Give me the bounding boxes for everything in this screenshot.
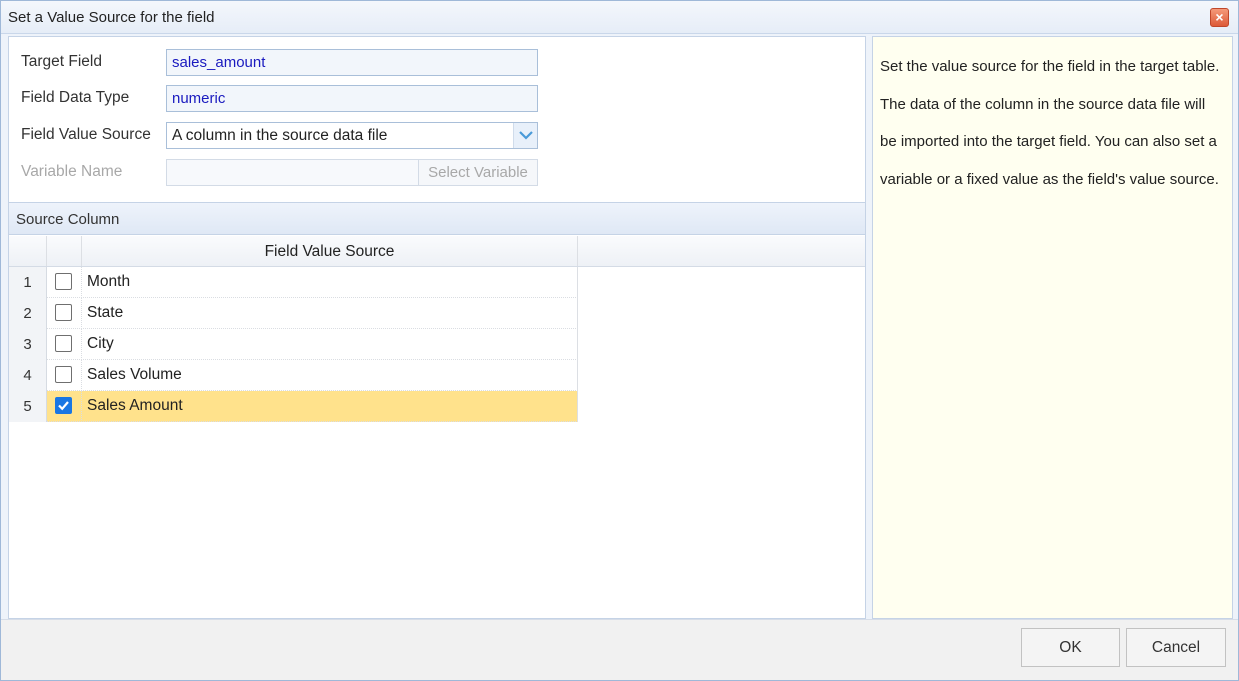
checkbox-cell xyxy=(47,360,82,391)
table-row[interactable]: 2 State xyxy=(9,298,578,329)
checkbox-header xyxy=(47,236,82,266)
table-row[interactable]: 4 Sales Volume xyxy=(9,360,578,391)
table-row[interactable]: 1 Month xyxy=(9,267,578,298)
table-row[interactable]: 3 City xyxy=(9,329,578,360)
dialog-title: Set a Value Source for the field xyxy=(8,9,215,26)
chevron-down-icon xyxy=(519,131,533,140)
column-name: Month xyxy=(87,273,131,290)
dropdown-button[interactable] xyxy=(513,123,537,148)
checkbox-cell xyxy=(47,329,82,360)
close-button[interactable]: × xyxy=(1210,8,1229,27)
column-header-label: Field Value Source xyxy=(264,243,395,260)
select-variable-button[interactable]: Select Variable xyxy=(418,159,538,186)
field-value-cell: Month xyxy=(82,267,578,298)
grid-header: Field Value Source xyxy=(9,236,865,267)
variable-name-input[interactable] xyxy=(166,159,419,186)
source-column-header: Source Column xyxy=(9,202,865,235)
data-type-label: Field Data Type xyxy=(21,89,130,106)
field-value-source-header[interactable]: Field Value Source xyxy=(82,236,578,266)
close-icon: × xyxy=(1215,9,1224,25)
ok-button[interactable]: OK xyxy=(1021,628,1120,667)
row-number: 5 xyxy=(9,391,47,422)
field-value-cell: City xyxy=(82,329,578,360)
button-bar: OK Cancel xyxy=(1,619,1238,680)
row-checkbox[interactable] xyxy=(55,335,72,352)
field-value-cell: Sales Amount xyxy=(82,391,578,422)
row-number: 3 xyxy=(9,329,47,360)
column-name: Sales Volume xyxy=(87,366,182,383)
row-number: 2 xyxy=(9,298,47,329)
field-value-cell: Sales Volume xyxy=(82,360,578,391)
value-source-selected: A column in the source data file xyxy=(172,127,388,144)
help-panel: Set the value source for the field in th… xyxy=(872,36,1233,619)
source-column-title: Source Column xyxy=(16,211,120,228)
row-number: 1 xyxy=(9,267,47,298)
table-row[interactable]: 5 Sales Amount xyxy=(9,391,578,422)
value-source-select[interactable]: A column in the source data file xyxy=(166,122,538,149)
value-source-label: Field Value Source xyxy=(21,126,151,143)
column-name: City xyxy=(87,335,114,352)
dialog-window: Set a Value Source for the field × Targe… xyxy=(0,0,1239,681)
checkbox-cell xyxy=(47,267,82,298)
column-name: Sales Amount xyxy=(87,397,183,414)
checkbox-cell xyxy=(47,391,82,422)
row-checkbox[interactable] xyxy=(55,273,72,290)
column-name: State xyxy=(87,304,124,321)
cancel-button[interactable]: Cancel xyxy=(1126,628,1226,667)
row-checkbox[interactable] xyxy=(55,397,72,414)
row-checkbox[interactable] xyxy=(55,304,72,321)
row-number: 4 xyxy=(9,360,47,391)
rownum-header xyxy=(9,236,47,266)
checkbox-cell xyxy=(47,298,82,329)
help-text: Set the value source for the field in th… xyxy=(880,58,1220,188)
title-bar: Set a Value Source for the field × xyxy=(1,1,1238,34)
variable-name-label: Variable Name xyxy=(21,163,123,180)
target-field-input[interactable]: sales_amount xyxy=(166,49,538,76)
field-value-cell: State xyxy=(82,298,578,329)
data-type-input[interactable]: numeric xyxy=(166,85,538,112)
check-icon xyxy=(58,401,69,411)
row-checkbox[interactable] xyxy=(55,366,72,383)
target-field-label: Target Field xyxy=(21,53,102,70)
settings-panel: Target Field sales_amount Field Data Typ… xyxy=(8,36,866,619)
